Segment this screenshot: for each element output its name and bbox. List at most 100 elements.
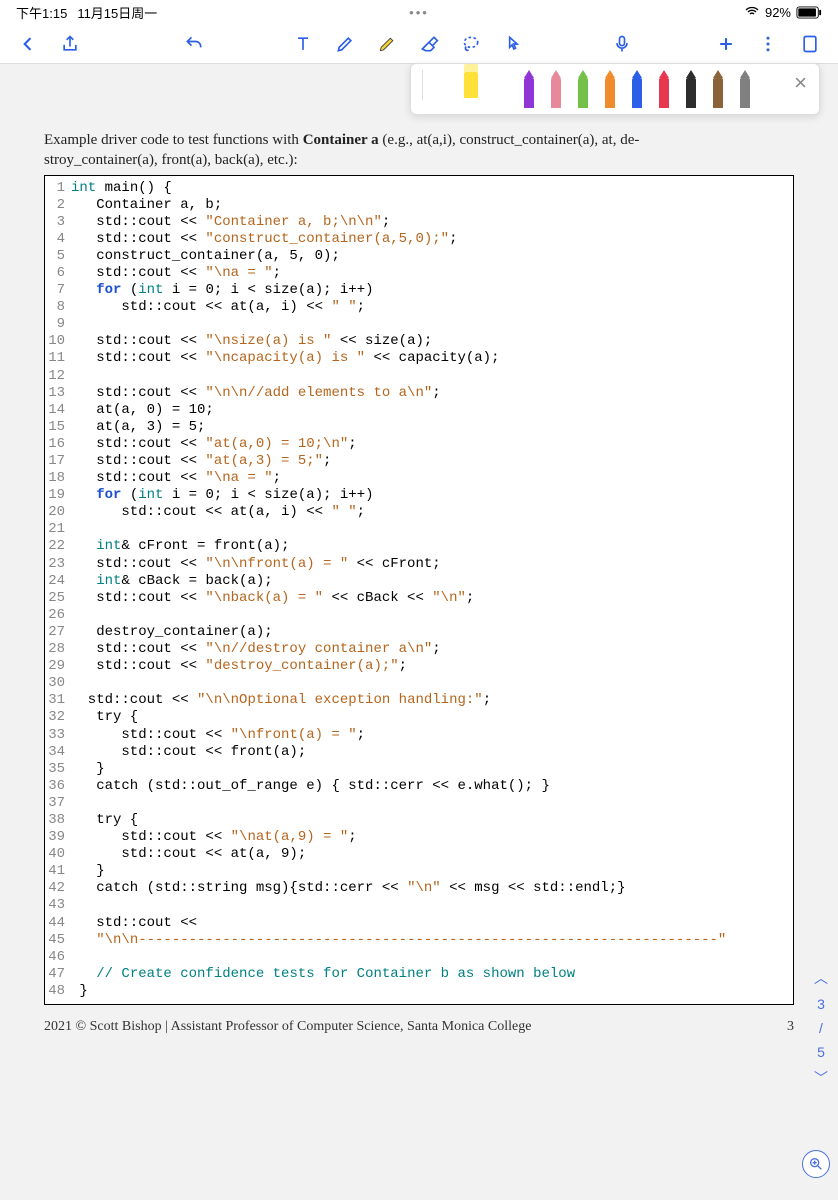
code-line: 38 try { bbox=[45, 812, 793, 829]
code-text: construct_container(a, 5, 0); bbox=[71, 248, 793, 265]
line-number: 16 bbox=[45, 436, 71, 453]
status-date: 11月15日周一 bbox=[77, 3, 157, 22]
code-text: for (int i = 0; i < size(a); i++) bbox=[71, 282, 793, 299]
code-text bbox=[71, 316, 793, 333]
code-text: std::cout << "\nfront(a) = "; bbox=[71, 727, 793, 744]
line-number: 2 bbox=[45, 197, 71, 214]
code-line: 15 at(a, 3) = 5; bbox=[45, 419, 793, 436]
text-tool[interactable] bbox=[293, 34, 313, 54]
code-text: std::cout << "\n\nfront(a) = " << cFront… bbox=[71, 556, 793, 573]
line-number: 23 bbox=[45, 556, 71, 573]
pen-tool[interactable] bbox=[543, 70, 569, 112]
code-line: 23 std::cout << "\n\nfront(a) = " << cFr… bbox=[45, 556, 793, 573]
code-line: 13 std::cout << "\n\n//add elements to a… bbox=[45, 385, 793, 402]
close-panel-icon[interactable]: × bbox=[790, 70, 811, 106]
page-up[interactable]: ︿ bbox=[810, 968, 832, 988]
code-listing: 1int main() {2 Container a, b;3 std::cou… bbox=[44, 175, 794, 1006]
intro-text: Example driver code to test functions wi… bbox=[44, 130, 794, 171]
undo-button[interactable] bbox=[184, 34, 204, 54]
mic-button[interactable] bbox=[612, 34, 632, 54]
code-line: 26 bbox=[45, 607, 793, 624]
multitask-dots[interactable]: ••• bbox=[409, 5, 429, 20]
line-number: 8 bbox=[45, 299, 71, 316]
code-line: 43 bbox=[45, 897, 793, 914]
more-button[interactable] bbox=[758, 34, 778, 54]
highlighter-pen[interactable] bbox=[458, 64, 484, 106]
line-number: 43 bbox=[45, 897, 71, 914]
pen-toolbar: × bbox=[410, 63, 820, 115]
back-button[interactable] bbox=[18, 34, 38, 54]
code-text bbox=[71, 368, 793, 385]
pen-tool[interactable] bbox=[678, 70, 704, 112]
code-text: std::cout << front(a); bbox=[71, 744, 793, 761]
lasso-tool[interactable] bbox=[461, 34, 481, 54]
code-line: 9 bbox=[45, 316, 793, 333]
pen-tool[interactable] bbox=[651, 70, 677, 112]
code-line: 8 std::cout << at(a, i) << " "; bbox=[45, 299, 793, 316]
line-number: 46 bbox=[45, 949, 71, 966]
line-number: 31 bbox=[45, 692, 71, 709]
code-text: } bbox=[71, 983, 793, 1000]
line-number: 41 bbox=[45, 863, 71, 880]
line-number: 39 bbox=[45, 829, 71, 846]
code-line: 3 std::cout << "Container a, b;\n\n"; bbox=[45, 214, 793, 231]
code-line: 10 std::cout << "\nsize(a) is " << size(… bbox=[45, 333, 793, 350]
code-line: 47 // Create confidence tests for Contai… bbox=[45, 966, 793, 983]
battery-pct: 92% bbox=[765, 5, 791, 20]
code-line: 19 for (int i = 0; i < size(a); i++) bbox=[45, 487, 793, 504]
line-number: 25 bbox=[45, 590, 71, 607]
share-button[interactable] bbox=[60, 34, 80, 54]
line-number: 40 bbox=[45, 846, 71, 863]
battery-icon bbox=[796, 6, 822, 19]
add-button[interactable] bbox=[716, 34, 736, 54]
highlighter-tool[interactable] bbox=[377, 34, 397, 54]
code-line: 12 bbox=[45, 368, 793, 385]
pencil-tool[interactable] bbox=[335, 34, 355, 54]
code-text: try { bbox=[71, 812, 793, 829]
pen-tool[interactable] bbox=[732, 70, 758, 112]
code-text: for (int i = 0; i < size(a); i++) bbox=[71, 487, 793, 504]
line-number: 32 bbox=[45, 709, 71, 726]
pointer-tool[interactable] bbox=[503, 34, 523, 54]
code-text: std::cout << "\ncapacity(a) is " << capa… bbox=[71, 350, 793, 367]
code-line: 28 std::cout << "\n//destroy container a… bbox=[45, 641, 793, 658]
line-number: 9 bbox=[45, 316, 71, 333]
code-text: try { bbox=[71, 709, 793, 726]
pages-button[interactable] bbox=[800, 34, 820, 54]
eraser-tool[interactable] bbox=[419, 34, 439, 54]
line-number: 28 bbox=[45, 641, 71, 658]
intro-line2: stroy_container(a), front(a), back(a), e… bbox=[44, 152, 298, 168]
code-text: std::cout << "\na = "; bbox=[71, 470, 793, 487]
page-footer: 2021 © Scott Bishop | Assistant Professo… bbox=[0, 1005, 838, 1035]
pen-tool[interactable] bbox=[516, 70, 542, 112]
code-line: 18 std::cout << "\na = "; bbox=[45, 470, 793, 487]
line-number: 20 bbox=[45, 504, 71, 521]
code-text: Container a, b; bbox=[71, 197, 793, 214]
code-line: 35 } bbox=[45, 761, 793, 778]
code-text: catch (std::out_of_range e) { std::cerr … bbox=[71, 778, 793, 795]
code-text: int& cFront = front(a); bbox=[71, 538, 793, 555]
pen-tool[interactable] bbox=[624, 70, 650, 112]
code-text: std::cout << "at(a,3) = 5;"; bbox=[71, 453, 793, 470]
line-number: 21 bbox=[45, 521, 71, 538]
app-toolbar bbox=[0, 24, 838, 64]
code-line: 33 std::cout << "\nfront(a) = "; bbox=[45, 727, 793, 744]
pen-tool[interactable] bbox=[570, 70, 596, 112]
line-number: 17 bbox=[45, 453, 71, 470]
pen-tool[interactable] bbox=[705, 70, 731, 112]
code-line: 21 bbox=[45, 521, 793, 538]
line-number: 15 bbox=[45, 419, 71, 436]
page-down[interactable]: ﹀ bbox=[810, 1068, 832, 1088]
code-line: 2 Container a, b; bbox=[45, 197, 793, 214]
pen-tool[interactable] bbox=[597, 70, 623, 112]
document-content[interactable]: Example driver code to test functions wi… bbox=[0, 130, 838, 1005]
footer-credit: 2021 © Scott Bishop | Assistant Professo… bbox=[44, 1019, 531, 1035]
code-line: 6 std::cout << "\na = "; bbox=[45, 265, 793, 282]
code-line: 40 std::cout << at(a, 9); bbox=[45, 846, 793, 863]
code-line: 32 try { bbox=[45, 709, 793, 726]
code-line: 29 std::cout << "destroy_container(a);"; bbox=[45, 658, 793, 675]
page-nav-rail: ︿ 3 / 5 ﹀ bbox=[810, 968, 832, 1088]
intro-seg: Example driver code to test functions wi… bbox=[44, 132, 303, 148]
code-line: 16 std::cout << "at(a,0) = 10;\n"; bbox=[45, 436, 793, 453]
zoom-in-button[interactable] bbox=[802, 1150, 830, 1178]
